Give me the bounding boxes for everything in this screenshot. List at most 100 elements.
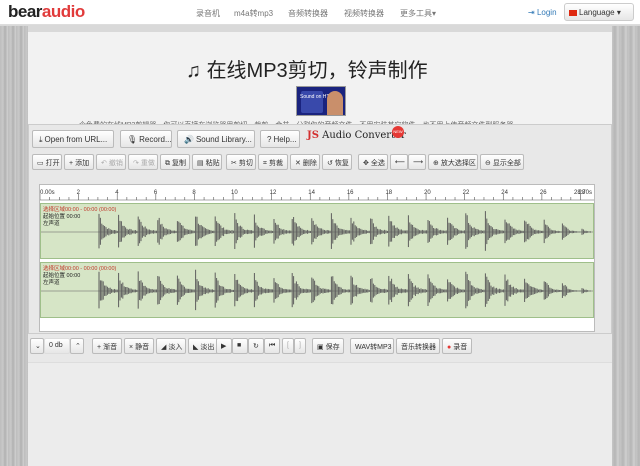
fade-out-icon: ◣ (193, 344, 198, 351)
skip-start-button[interactable]: ⏮ (264, 338, 280, 354)
stop-icon: ■ (237, 342, 241, 349)
china-flag-icon (569, 10, 577, 16)
open-from-url-button[interactable]: ⤓Open from URL... (32, 130, 114, 148)
fade-out-button[interactable]: ◣淡出 (188, 338, 218, 354)
question-icon: ? (267, 135, 271, 144)
undo-icon: ↶ (101, 160, 107, 167)
bracket-icon: [ (287, 342, 289, 349)
ruler-tick-label: 12 (270, 190, 277, 196)
volume-up-icon: + (97, 344, 101, 351)
nav-video-converter[interactable]: 视频转换器 (344, 8, 384, 19)
folder-icon: ▭ (37, 160, 44, 167)
copy-button[interactable]: ⧉复制 (160, 154, 190, 170)
video-presenter-image (327, 91, 343, 116)
sound-library-button[interactable]: 🔊Sound Library... (177, 130, 255, 148)
loop-icon: ↻ (253, 343, 259, 350)
fade-silence-button[interactable]: +渐音 (92, 338, 122, 354)
loop-button[interactable]: ↻ (248, 338, 264, 354)
ruler-tick-label: 14 (308, 190, 315, 196)
language-dropdown[interactable]: Language ▾ (564, 3, 634, 21)
new-badge: NEW (392, 126, 404, 138)
bearaudio-logo[interactable]: bearaudio (8, 2, 85, 22)
select-all-button[interactable]: ✥全选 (358, 154, 388, 170)
ruler-tick-label: 24 (501, 190, 508, 196)
record-icon: ● (447, 344, 451, 351)
redo-button[interactable]: ↷重做 (128, 154, 158, 170)
waveform-track-2 (41, 263, 594, 318)
audio-track-2[interactable]: 选择区域00:00 - 00:00 (00:00) 起始位置 00:00 左声道 (40, 262, 594, 318)
recorder-button[interactable]: ●录音 (442, 338, 472, 354)
fade-in-button[interactable]: ◢淡入 (156, 338, 186, 354)
login-link[interactable]: ⇥ Login (528, 8, 557, 17)
promo-video-thumbnail[interactable]: Sound on HTML5 (296, 86, 346, 116)
ruler-tick-label: 28.70s (574, 190, 592, 196)
play-icon: ▶ (221, 343, 226, 350)
paste-icon: ▤ (197, 160, 204, 167)
open-file-button[interactable]: ▭打开 (32, 154, 62, 170)
add-file-button[interactable]: +添加 (64, 154, 94, 170)
stop-button[interactable]: ■ (232, 338, 248, 354)
copy-icon: ⧉ (165, 160, 170, 167)
time-ruler[interactable] (40, 186, 594, 202)
arrow-left-icon: ⟵ (395, 159, 405, 166)
scissors-icon: ✂ (231, 160, 237, 167)
save-button[interactable]: ▣保存 (312, 338, 344, 354)
nav-more-tools[interactable]: 更多工具▾ (400, 8, 436, 19)
download-icon: ⤓ (39, 135, 43, 144)
wav-to-mp3-button[interactable]: WAV转MP3 (350, 338, 394, 354)
lower-content-area (28, 362, 612, 466)
ruler-tick-label: 2 (77, 190, 80, 196)
ruler-tick-label: 8 (192, 190, 195, 196)
nav-audio-converter[interactable]: 音频转换器 (288, 8, 328, 19)
ruler-tick-label: 10 (231, 190, 238, 196)
restore-button[interactable]: ↺恢复 (322, 154, 352, 170)
redo-icon: ↷ (133, 160, 139, 167)
restore-icon: ↺ (327, 160, 333, 167)
save-icon: ▣ (317, 344, 324, 351)
background-decoration-right (612, 26, 640, 466)
ruler-tick-label: 6 (154, 190, 157, 196)
waveform-track-1 (41, 204, 594, 259)
marker-button-2[interactable]: ] (294, 338, 306, 354)
cut-button[interactable]: ✂剪切 (226, 154, 256, 170)
crop-icon: ⌗ (263, 160, 267, 167)
plus-icon: + (69, 160, 73, 167)
ruler-tick-label: 20 (424, 190, 431, 196)
paste-button[interactable]: ▤粘贴 (192, 154, 222, 170)
move-right-button[interactable]: ⟶ (408, 154, 426, 170)
play-button[interactable]: ▶ (216, 338, 232, 354)
gain-value: 0 db (44, 338, 70, 354)
js-audio-converter-link[interactable]: JS Audio Converter (307, 130, 401, 148)
crop-button[interactable]: ⌗剪裁 (258, 154, 288, 170)
audio-track-1[interactable]: 选择区域00:00 - 00:00 (00:00) 起始位置 00:00 左声道 (40, 203, 594, 259)
help-button[interactable]: ?Help... (260, 130, 300, 148)
bracket-icon: ] (299, 342, 301, 349)
nav-recorder[interactable]: 录音机 (196, 8, 220, 19)
music-note-icon: ♫ (186, 60, 207, 82)
ruler-tick-label: 26 (540, 190, 547, 196)
arrow-right-icon: ⟶ (413, 159, 423, 166)
move-left-button[interactable]: ⟵ (390, 154, 408, 170)
top-navbar: bearaudio 录音机 m4a转mp3 音频转换器 视频转换器 更多工具▾ … (0, 0, 640, 25)
fade-in-icon: ◢ (161, 344, 166, 351)
zoom-out-icon: ⊖ (485, 160, 491, 167)
record-button[interactable]: 🎙Record... (120, 130, 172, 148)
volume-up-button[interactable]: ⌃ (70, 338, 84, 354)
volume-down-button[interactable]: ⌄ (30, 338, 44, 354)
microphone-icon: 🎙 (127, 135, 137, 144)
track-2-info: 选择区域00:00 - 00:00 (00:00) 起始位置 00:00 左声道 (43, 266, 116, 287)
delete-button[interactable]: ✕删除 (290, 154, 320, 170)
ruler-tick-label: 16 (347, 190, 354, 196)
zoom-selection-button[interactable]: ⊕放大选择区 (428, 154, 478, 170)
show-all-button[interactable]: ⊖显示全部 (480, 154, 524, 170)
audio-converter-button[interactable]: 音乐转换器 (396, 338, 440, 354)
nav-m4a-to-mp3[interactable]: m4a转mp3 (234, 8, 273, 19)
ruler-tick-label: 0.00s (40, 190, 55, 196)
silence-button[interactable]: ×静音 (124, 338, 154, 354)
speaker-icon: 🔊 (184, 135, 194, 144)
marker-button-1[interactable]: [ (282, 338, 294, 354)
ruler-tick-label: 18 (385, 190, 392, 196)
undo-button[interactable]: ↶撤销 (96, 154, 126, 170)
mute-icon: × (129, 344, 133, 351)
zoom-in-icon: ⊕ (433, 160, 439, 167)
